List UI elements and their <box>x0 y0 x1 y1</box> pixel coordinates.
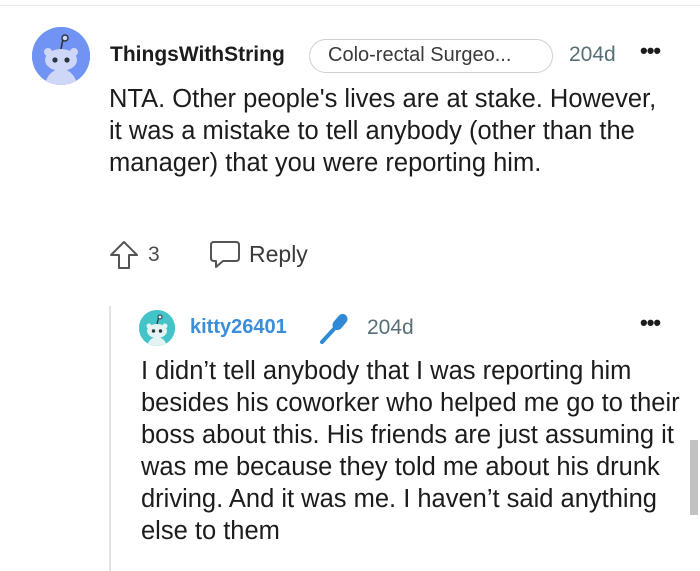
comment-username[interactable]: ThingsWithString <box>110 43 285 67</box>
more-options-button[interactable]: ••• <box>640 38 661 64</box>
user-avatar[interactable] <box>32 27 90 85</box>
top-divider <box>0 5 700 6</box>
thread-line[interactable] <box>109 306 111 571</box>
reply-timestamp: 204d <box>367 316 414 339</box>
reply-icon[interactable] <box>208 238 242 270</box>
comment-body: NTA. Other people's lives are at stake. … <box>109 85 657 177</box>
reply-body: I didn’t tell anybody that I was reporti… <box>141 357 680 545</box>
reply-user-avatar[interactable] <box>139 310 175 346</box>
snoo-avatar-icon <box>32 27 90 85</box>
comment-timestamp: 204d <box>569 43 616 66</box>
reply-username[interactable]: kitty26401 <box>190 316 287 339</box>
scrollbar[interactable] <box>690 440 698 515</box>
user-flair: Colo-rectal Surgeo... <box>309 39 553 73</box>
reply-more-options-button[interactable]: ••• <box>640 310 661 336</box>
reply-button[interactable]: Reply <box>249 241 308 268</box>
snoo-avatar-icon <box>139 310 175 346</box>
upvote-icon[interactable] <box>108 239 140 271</box>
microphone-icon <box>320 313 348 344</box>
vote-count: 3 <box>148 243 160 266</box>
